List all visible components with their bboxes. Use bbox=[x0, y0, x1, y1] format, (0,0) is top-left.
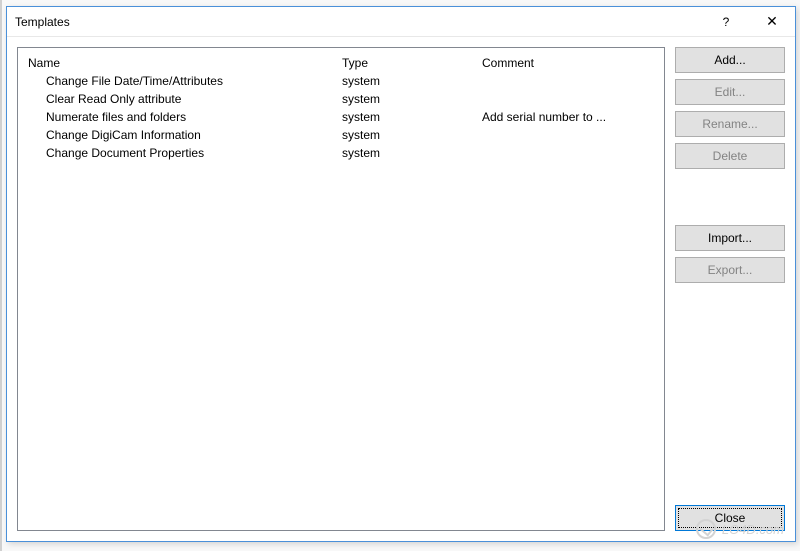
cell-name: Change DigiCam Information bbox=[22, 128, 342, 142]
close-button[interactable]: Close bbox=[675, 505, 785, 531]
spacer bbox=[675, 175, 785, 219]
cell-name: Numerate files and folders bbox=[22, 110, 342, 124]
list-item[interactable]: Change DigiCam Information system bbox=[18, 126, 664, 144]
cell-type: system bbox=[342, 74, 482, 88]
cell-type: system bbox=[342, 110, 482, 124]
cell-type: system bbox=[342, 92, 482, 106]
column-header-name[interactable]: Name bbox=[22, 56, 342, 70]
import-button[interactable]: Import... bbox=[675, 225, 785, 251]
button-column: Add... Edit... Rename... Delete Import..… bbox=[675, 47, 785, 531]
list-item[interactable]: Change Document Properties system bbox=[18, 144, 664, 162]
cell-name: Clear Read Only attribute bbox=[22, 92, 342, 106]
list-header: Name Type Comment bbox=[18, 54, 664, 72]
cell-comment: Add serial number to ... bbox=[482, 110, 660, 124]
export-button[interactable]: Export... bbox=[675, 257, 785, 283]
cell-name: Change File Date/Time/Attributes bbox=[22, 74, 342, 88]
cell-type: system bbox=[342, 128, 482, 142]
list-item[interactable]: Change File Date/Time/Attributes system bbox=[18, 72, 664, 90]
dialog-body: Name Type Comment Change File Date/Time/… bbox=[7, 37, 795, 541]
rename-button[interactable]: Rename... bbox=[675, 111, 785, 137]
titlebar: Templates ? ✕ bbox=[7, 7, 795, 37]
spacer bbox=[675, 289, 785, 499]
help-button[interactable]: ? bbox=[703, 7, 749, 37]
column-header-type[interactable]: Type bbox=[342, 56, 482, 70]
edit-button[interactable]: Edit... bbox=[675, 79, 785, 105]
window-title: Templates bbox=[15, 15, 703, 29]
templates-list[interactable]: Name Type Comment Change File Date/Time/… bbox=[17, 47, 665, 531]
close-window-button[interactable]: ✕ bbox=[749, 7, 795, 37]
cell-name: Change Document Properties bbox=[22, 146, 342, 160]
list-item[interactable]: Numerate files and folders system Add se… bbox=[18, 108, 664, 126]
list-item[interactable]: Clear Read Only attribute system bbox=[18, 90, 664, 108]
column-header-comment[interactable]: Comment bbox=[482, 56, 660, 70]
templates-dialog: Templates ? ✕ Name Type Comment Change F… bbox=[6, 6, 796, 542]
add-button[interactable]: Add... bbox=[675, 47, 785, 73]
cell-type: system bbox=[342, 146, 482, 160]
delete-button[interactable]: Delete bbox=[675, 143, 785, 169]
